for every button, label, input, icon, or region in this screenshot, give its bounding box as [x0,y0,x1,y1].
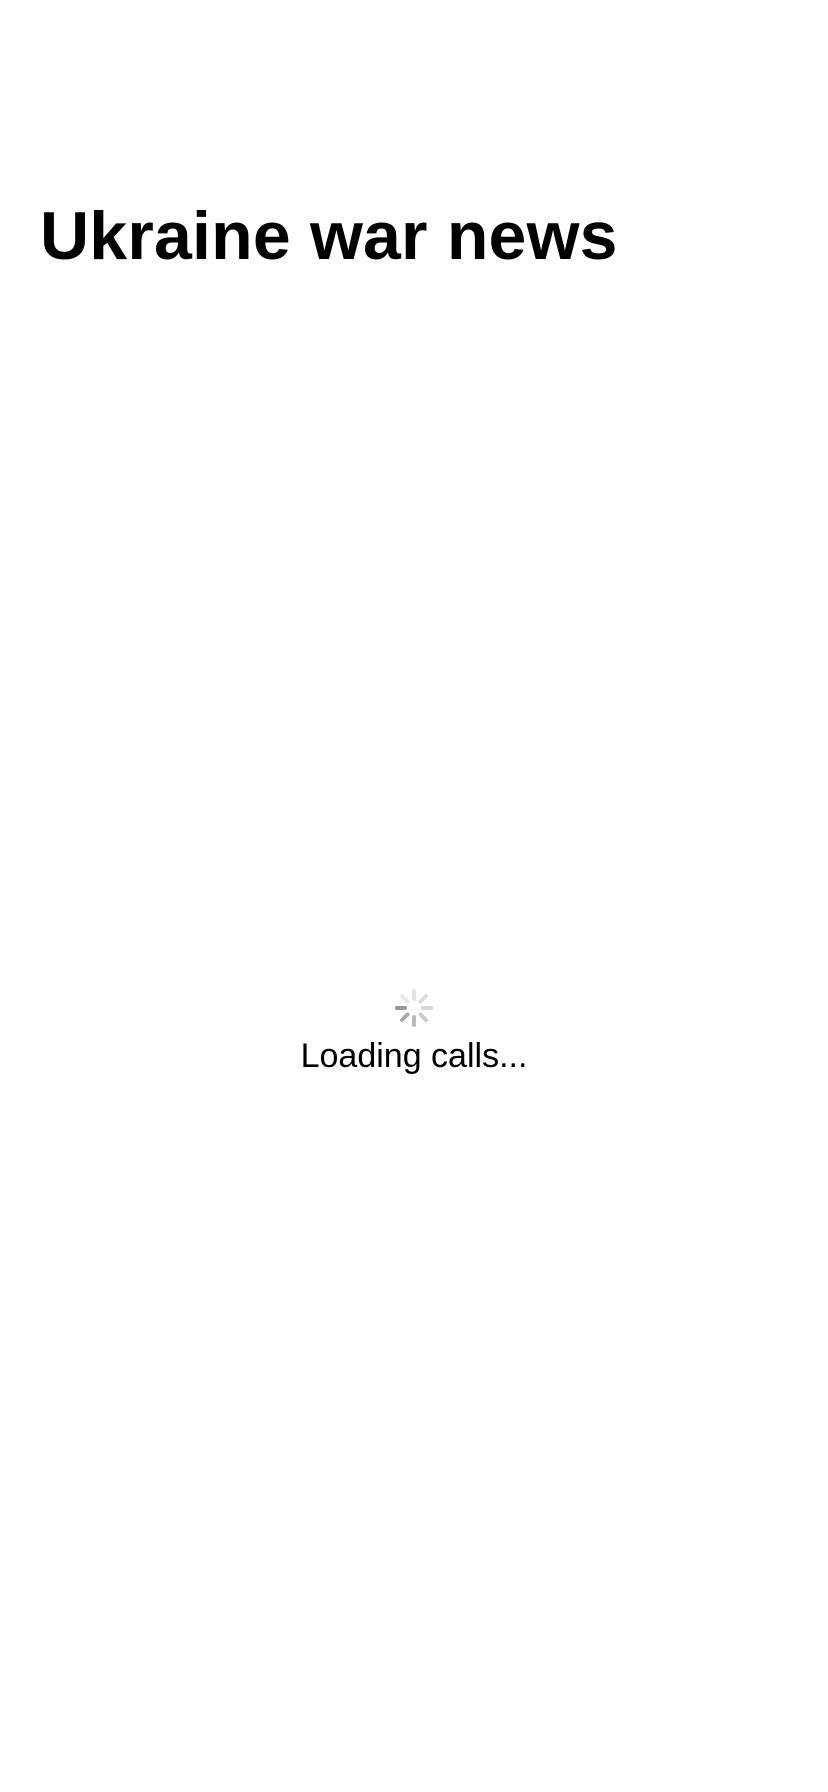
spinner-icon [394,988,434,1028]
spinner-graphic [395,989,433,1027]
loading-text: Loading calls... [300,1037,528,1075]
page-title: Ukraine war news [40,198,618,274]
loading-indicator: Loading calls... [0,988,828,1088]
screen: Ukraine war news Loading calls... [0,0,828,1792]
